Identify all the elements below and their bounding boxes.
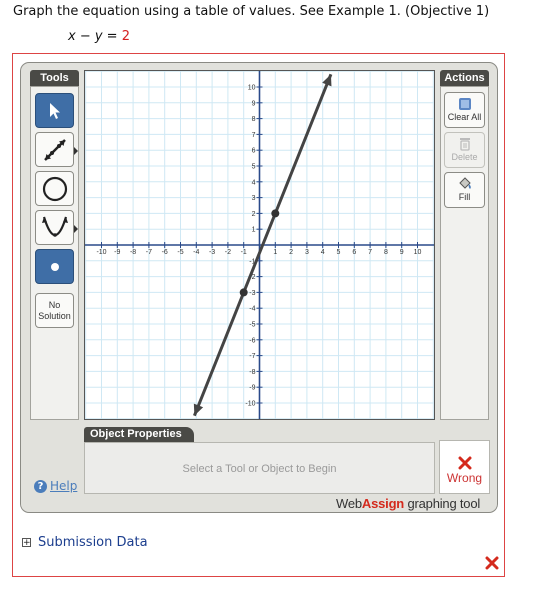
brand-web: Web: [336, 496, 362, 511]
no-solution-button[interactable]: No Solution: [35, 293, 74, 328]
graph-canvas[interactable]: -10 -9 -8 -7 -6 -5 -4 -3 -2 -1 1 2 3 4 5 6 7 8 9 10 10 9 8 7 6 5 4…: [84, 70, 435, 420]
help-link[interactable]: ? Help: [34, 479, 77, 493]
x-tick-label: -6: [162, 249, 168, 256]
y-tick-label: -7: [249, 353, 255, 360]
y-tick-label: 6: [252, 148, 256, 155]
x-tick-label: -2: [225, 249, 231, 256]
help-label: Help: [50, 479, 78, 493]
equation-rhs: 2: [121, 29, 130, 44]
no-solution-line1: No: [48, 300, 61, 310]
line-segment-icon: [43, 138, 66, 161]
help-icon: ?: [34, 479, 47, 493]
submission-label: Submission Data: [38, 535, 148, 550]
y-tick-label: 7: [252, 132, 256, 139]
tools-panel: No Solution: [30, 86, 79, 420]
flyout-indicator: [74, 225, 78, 233]
x-tick-label: 7: [368, 249, 372, 256]
plotted-point: [239, 288, 248, 297]
x-tick-label: 3: [305, 249, 309, 256]
expand-plus-icon: +: [22, 538, 31, 548]
coordinate-plane[interactable]: -10 -9 -8 -7 -6 -5 -4 -3 -2 -1 1 2 3 4 5 6 7 8 9 10 10 9 8 7 6 5 4…: [85, 71, 434, 419]
incorrect-x-icon: [485, 556, 499, 570]
question-text: Graph the equation using a table of valu…: [13, 4, 490, 19]
brand-suffix: graphing tool: [404, 496, 481, 511]
submission-data-toggle[interactable]: + Submission Data: [22, 535, 148, 550]
y-tick-label: 4: [252, 179, 256, 186]
parabola-tool-button[interactable]: [35, 210, 78, 245]
delete-label: Delete: [451, 152, 478, 162]
wrong-x-icon: [458, 456, 471, 470]
actions-header: Actions: [440, 70, 489, 86]
webassign-brand: WebAssign graphing tool: [336, 496, 480, 511]
paint-bucket-icon: [458, 177, 471, 189]
x-tick-label: -3: [209, 249, 215, 256]
pointer-tool-button[interactable]: [35, 93, 74, 128]
y-tick-label: -8: [249, 369, 255, 376]
line-tool-button[interactable]: [35, 132, 78, 167]
x-tick-label: -4: [193, 249, 199, 256]
y-tick-label: -4: [249, 306, 255, 313]
delete-button[interactable]: Delete: [444, 132, 485, 168]
x-tick-label: 8: [384, 249, 388, 256]
tools-header: Tools: [30, 70, 79, 86]
arrow-pointer-icon: [49, 102, 60, 119]
trash-icon: [459, 138, 470, 151]
y-tick-label: 9: [252, 100, 256, 107]
x-tick-label: 2: [289, 249, 293, 256]
object-properties-tab: Object Properties: [84, 427, 194, 442]
y-tick-label: 5: [252, 164, 256, 171]
clear-all-icon: [458, 98, 471, 110]
x-tick-label: -9: [114, 249, 120, 256]
fill-button[interactable]: Fill: [444, 172, 485, 208]
clear-all-button[interactable]: Clear All: [444, 92, 485, 128]
x-tick-label: 1: [273, 249, 277, 256]
y-tick-label: 10: [248, 85, 256, 92]
x-tick-label: 4: [321, 249, 325, 256]
x-tick-label: -1: [241, 249, 247, 256]
x-tick-label: 10: [414, 249, 422, 256]
y-tick-label: -9: [249, 385, 255, 392]
equation-lhs: x − y =: [68, 29, 122, 44]
x-tick-label: 6: [352, 249, 356, 256]
y-tick-label: -6: [249, 337, 255, 344]
x-tick-label: -8: [130, 249, 136, 256]
equation: x − y = 2: [68, 29, 130, 44]
object-properties-panel: Select a Tool or Object to Begin: [84, 442, 435, 494]
x-tick-label: 5: [337, 249, 341, 256]
y-tick-label: -10: [245, 401, 255, 408]
point-tool-button[interactable]: [35, 249, 74, 284]
x-tick-label: 9: [400, 249, 404, 256]
no-solution-line2: Solution: [38, 311, 71, 321]
x-tick-label: -7: [146, 249, 152, 256]
clear-all-label: Clear All: [447, 112, 482, 122]
plotted-point: [271, 209, 280, 218]
circle-icon: [42, 176, 67, 201]
circle-tool-button[interactable]: [35, 171, 74, 206]
y-tick-label: -3: [249, 290, 255, 297]
flyout-indicator: [74, 147, 78, 155]
y-tick-label: 1: [252, 227, 256, 234]
x-tick-label: -10: [96, 249, 106, 256]
y-tick-label: 3: [252, 195, 256, 202]
y-tick-label: -5: [249, 322, 255, 329]
brand-assign: Assign: [361, 496, 405, 511]
result-label: Wrong: [446, 471, 483, 485]
x-tick-label: -5: [177, 249, 183, 256]
y-tick-label: 8: [252, 116, 256, 123]
dot-icon: [50, 262, 59, 271]
parabola-icon: [41, 216, 68, 237]
result-indicator: Wrong: [439, 440, 490, 494]
actions-panel: Clear All Delete Fill: [440, 86, 489, 420]
y-tick-label: 2: [252, 211, 256, 218]
fill-label: Fill: [458, 192, 471, 202]
